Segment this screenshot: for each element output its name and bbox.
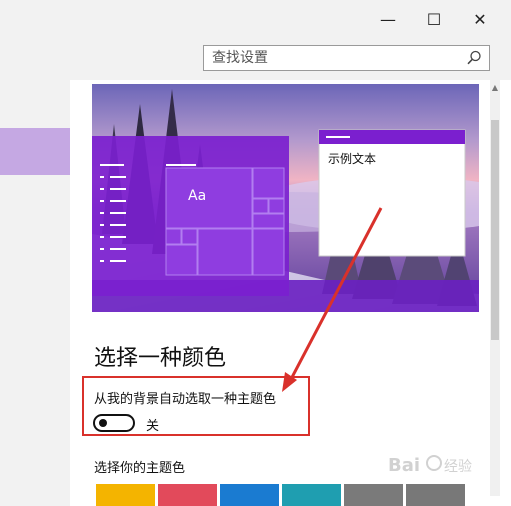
color-swatch[interactable] (96, 484, 155, 506)
scroll-up-icon[interactable]: ▲ (491, 84, 499, 92)
color-swatch[interactable] (220, 484, 279, 506)
theme-preview: Aa 示例文本 (92, 84, 479, 312)
svg-text:Bai: Bai (388, 455, 420, 476)
search-icon[interactable] (465, 49, 483, 67)
sidebar-item-selected[interactable] (0, 128, 70, 175)
search-input[interactable] (212, 49, 452, 67)
color-swatch[interactable] (406, 484, 465, 506)
toggle-state-label: 关 (146, 419, 160, 434)
color-swatch[interactable] (282, 484, 341, 506)
minimize-icon: — (380, 9, 396, 29)
color-swatch[interactable] (158, 484, 217, 506)
svg-text:经验: 经验 (444, 459, 472, 475)
minimize-button[interactable]: — (375, 6, 401, 32)
close-icon: ✕ (473, 9, 487, 29)
preview-sample-text: 示例文本 (328, 152, 377, 166)
auto-pick-toggle[interactable] (93, 414, 135, 432)
baidu-watermark-logo: Bai 经验 (388, 455, 472, 476)
preview-background (92, 84, 479, 312)
close-button[interactable]: ✕ (467, 6, 493, 32)
auto-pick-label: 从我的背景自动选取一种主题色 (94, 392, 277, 407)
toggle-knob (99, 419, 107, 427)
section-title: 选择一种颜色 (94, 346, 227, 371)
preview-tile-text: Aa (188, 188, 207, 204)
color-swatch[interactable] (344, 484, 403, 506)
maximize-button[interactable]: ☐ (421, 6, 447, 32)
search-box[interactable] (203, 45, 490, 71)
maximize-icon: ☐ (426, 9, 442, 29)
pick-theme-color-label: 选择你的主题色 (94, 461, 186, 476)
scroll-thumb[interactable] (491, 120, 499, 340)
